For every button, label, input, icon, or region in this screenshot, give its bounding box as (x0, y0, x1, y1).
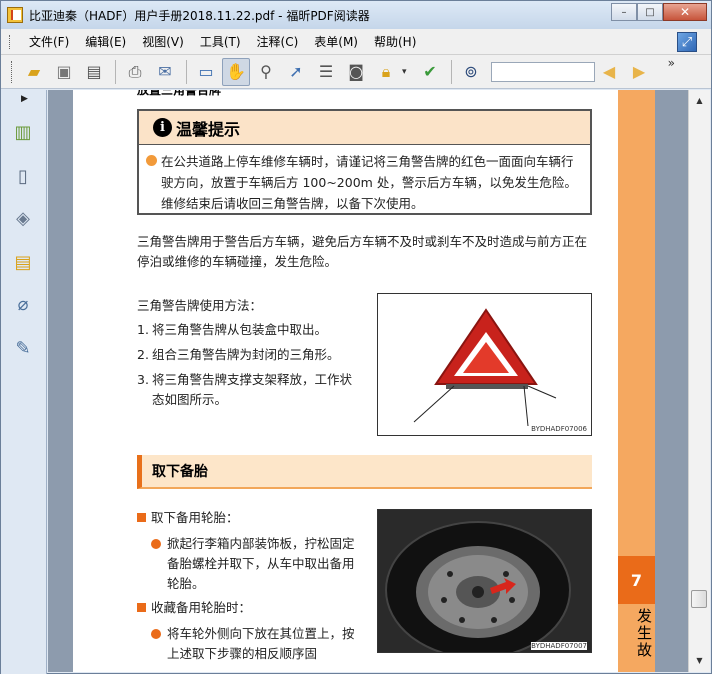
sub-heading-text: 收藏备用轮胎时： (151, 600, 252, 615)
figure-label: BYDHADF07007 (531, 642, 587, 650)
title-bar: 比亚迪秦（HADF）用户手册2018.11.22.pdf - 福昕PDF阅读器 … (1, 1, 711, 29)
list-item: 1. 将三角警告牌从包装盒中取出。 (137, 320, 363, 340)
bookmarks-icon[interactable]: ▥ (11, 120, 35, 144)
select-text-icon[interactable]: ☰ (312, 58, 340, 86)
menu-view[interactable]: 视图(V) (134, 33, 192, 50)
warning-triangle-figure: BYDHADF07006 (377, 293, 592, 436)
binoculars-icon[interactable]: ⊚ (457, 58, 485, 86)
maximize-button[interactable]: □ (637, 3, 663, 21)
sub-heading: 取下备用轮胎： (137, 508, 239, 528)
window-controls: – □ ✕ (611, 3, 707, 21)
info-icon: i (153, 118, 172, 137)
signature-panel-icon[interactable]: ✎ (11, 336, 35, 360)
menu-comment[interactable]: 注释(C) (249, 33, 307, 50)
sub-heading-text: 取下备用轮胎： (151, 510, 239, 525)
save-as-icon[interactable]: ▤ (80, 58, 108, 86)
notice-text: 在公共道路上停车维修车辆时，请谨记将三角警告牌的红色一面面向车辆行驶方向，放置于… (161, 154, 577, 211)
pages-icon[interactable]: ▯ (11, 164, 35, 188)
toolbar-separator (115, 59, 116, 84)
figure-label: BYDHADF07006 (531, 425, 587, 433)
sub-heading: 收藏备用轮胎时： (137, 598, 251, 618)
restore-layout-icon[interactable]: ⤢ (677, 32, 697, 52)
section-heading: 放置三角警告牌 (137, 90, 222, 97)
panel-expand-icon[interactable]: ▶ (21, 94, 28, 104)
steps-list: 1. 将三角警告牌从包装盒中取出。 2. 组合三角警告牌为封闭的三角形。 3. … (137, 320, 363, 415)
bullet-dot-icon (151, 539, 161, 549)
menu-grip[interactable] (9, 34, 13, 49)
list-item: 2. 组合三角警告牌为封闭的三角形。 (137, 345, 363, 365)
notice-header: i 温馨提示 (139, 111, 590, 145)
section-title: 取下备胎 (152, 464, 208, 480)
menu-edit[interactable]: 编辑(E) (77, 33, 134, 50)
print-icon[interactable]: ⎙ (121, 58, 149, 86)
list-item: 掀起行李箱内部装饰板，拧松固定备胎螺栓并取下，从车中取出备用轮胎。 (151, 534, 361, 594)
loupe-icon[interactable]: ⚲ (252, 58, 280, 86)
document-view[interactable]: 放置三角警告牌 i 温馨提示 在公共道路上停车维修车辆时，请谨记将三角警告牌的红… (48, 90, 688, 672)
list-item: 3. 将三角警告牌支撑支架释放，工作状态如图所示。 (137, 370, 363, 410)
notice-title: 温馨提示 (176, 119, 241, 139)
navigation-panel: ▶ ▥ ▯ ◈ ▤ ⌀ ✎ (1, 90, 47, 674)
notice-body: 在公共道路上停车维修车辆时，请谨记将三角警告牌的红色一面面向车辆行驶方向，放置于… (139, 145, 590, 214)
sign-icon[interactable]: ✔ (416, 58, 444, 86)
vertical-scrollbar[interactable]: ▲ ▼ (688, 90, 710, 672)
usage-title: 三角警告牌使用方法： (137, 298, 263, 313)
save-icon[interactable]: ▣ (50, 58, 78, 86)
hand-tool-icon[interactable]: ✋ (222, 57, 250, 86)
layers-icon[interactable]: ◈ (11, 206, 35, 230)
square-bullet-icon (137, 603, 146, 612)
step-text: 将三角警告牌从包装盒中取出。 (152, 322, 328, 337)
section-bar: 取下备胎 (137, 455, 592, 489)
toolbar-separator (186, 59, 187, 84)
menu-tools[interactable]: 工具(T) (192, 33, 249, 50)
snapshot-icon[interactable]: ◙ (342, 58, 370, 86)
step-text: 将三角警告牌支撑支架释放，工作状态如图所示。 (152, 372, 353, 407)
rms-dropdown-icon[interactable]: ▾ (402, 67, 412, 77)
fullscreen-icon[interactable]: ▭ (192, 58, 220, 86)
chapter-tab-text: 发生故 (635, 608, 653, 659)
menu-bar: 文件(F) 编辑(E) 视图(V) 工具(T) 注释(C) 表单(M) 帮助(H… (1, 29, 711, 55)
bullet-text: 掀起行李箱内部装饰板，拧松固定备胎螺栓并取下，从车中取出备用轮胎。 (167, 536, 355, 591)
app-window: 比亚迪秦（HADF）用户手册2018.11.22.pdf - 福昕PDF阅读器 … (0, 0, 712, 674)
menu-file[interactable]: 文件(F) (21, 33, 77, 50)
minimize-button[interactable]: – (611, 3, 637, 21)
scroll-up-icon[interactable]: ▲ (689, 92, 710, 108)
square-bullet-icon (137, 513, 146, 522)
open-folder-icon[interactable]: ▰ (20, 58, 48, 86)
body-paragraph: 三角警告牌用于警告后方车辆，避免后方车辆不及时或刹车不及时造成与前方正在停泊或维… (137, 234, 588, 269)
spare-tire-figure: BYDHADF07007 (377, 509, 592, 653)
close-button[interactable]: ✕ (663, 3, 707, 21)
toolbar-separator (451, 59, 452, 84)
menu-form[interactable]: 表单(M) (306, 33, 366, 50)
find-next-icon[interactable]: ▶ (625, 58, 653, 86)
chapter-number: 7 (618, 556, 655, 604)
step-number: 2. (137, 347, 149, 362)
step-text: 组合三角警告牌为封闭的三角形。 (152, 347, 340, 362)
spare-tire-icon (378, 510, 591, 652)
step-number: 3. (137, 372, 149, 387)
bullet-dot-icon (151, 629, 161, 639)
scroll-thumb[interactable] (691, 590, 707, 608)
step-number: 1. (137, 322, 149, 337)
bullet-text: 将车轮外侧向下放在其位置上，按上述取下步骤的相反顺序固 (167, 626, 355, 661)
list-item: 将车轮外侧向下放在其位置上，按上述取下步骤的相反顺序固 (151, 624, 361, 664)
foxit-app-icon (7, 7, 23, 23)
bullet-dot-icon (146, 155, 157, 166)
find-previous-icon[interactable]: ◀ (595, 58, 623, 86)
email-icon[interactable]: ✉ (151, 58, 179, 86)
toolbar-overflow-icon[interactable]: » (668, 56, 675, 70)
main-toolbar: ▰ ▣ ▤ ⎙ ✉ ▭ ✋ ⚲ ➚ ☰ ◙ 🔒︎ ▾ ✔ ⊚ ◀ ▶ » (1, 55, 711, 89)
menu-help[interactable]: 帮助(H) (366, 33, 424, 50)
pdf-page: 放置三角警告牌 i 温馨提示 在公共道路上停车维修车辆时，请谨记将三角警告牌的红… (73, 90, 655, 672)
comments-icon[interactable]: ▤ (11, 250, 35, 274)
notice-box: i 温馨提示 在公共道路上停车维修车辆时，请谨记将三角警告牌的红色一面面向车辆行… (137, 109, 592, 215)
warning-triangle-icon (413, 308, 557, 427)
toolbar-grip[interactable] (11, 60, 14, 83)
search-input[interactable] (491, 61, 595, 82)
rms-lock-icon[interactable]: 🔒︎ (372, 58, 400, 86)
attachments-icon[interactable]: ⌀ (11, 292, 35, 316)
scroll-down-icon[interactable]: ▼ (689, 652, 710, 668)
window-title: 比亚迪秦（HADF）用户手册2018.11.22.pdf - 福昕PDF阅读器 (29, 8, 370, 23)
select-arrow-icon[interactable]: ➚ (282, 58, 310, 86)
